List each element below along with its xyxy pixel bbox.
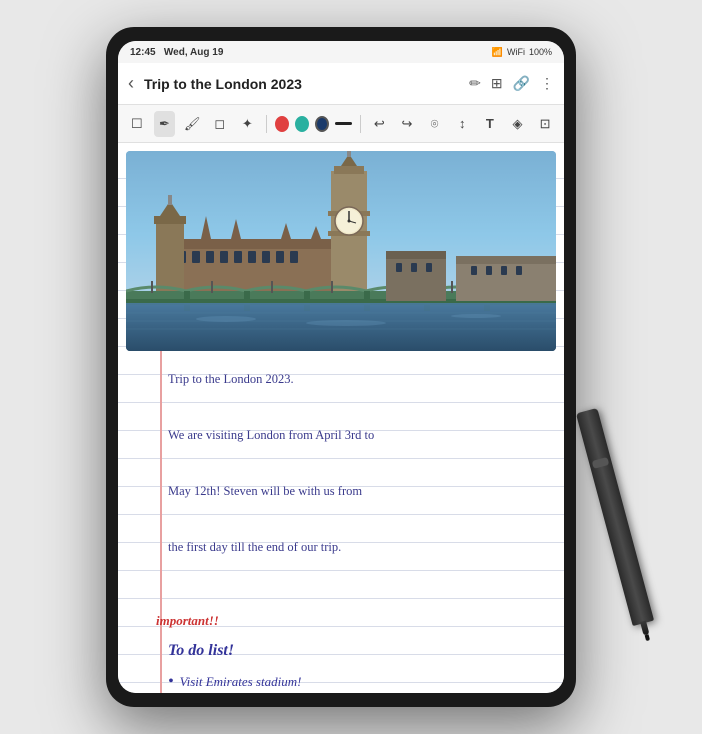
undo-button[interactable]: ↩ [368, 111, 390, 137]
pen-tool-button[interactable]: ✒ [154, 111, 176, 137]
zoom-button[interactable]: ⊡ [534, 111, 556, 137]
london-image [126, 151, 556, 351]
drawing-toolbar: ☐ ✒ 🖌 ◻ ✦ ↩ ↪ ⌾ ↕ T ◈ ⊡ [118, 105, 564, 143]
note-line-1: Trip to the London 2023. [168, 365, 552, 393]
status-time: 12:45 [130, 47, 156, 58]
toolbar-separator-2 [360, 115, 361, 133]
s-pen-button[interactable] [592, 457, 610, 469]
note-line-blank-2 [168, 449, 552, 477]
edit-icon[interactable]: ✏ [469, 75, 481, 92]
s-pen-tip [645, 634, 650, 641]
back-button[interactable]: ‹ [128, 73, 134, 94]
toolbar-separator-1 [266, 115, 267, 133]
handwritten-item-1: • Visit Emirates stadium! [168, 667, 552, 693]
tablet-body: 12:45 Wed, Aug 19 📶 WiFi 100% ‹ Trip to … [106, 27, 576, 707]
shape-tool-button[interactable]: ✦ [237, 111, 259, 137]
redo-button[interactable]: ↪ [396, 111, 418, 137]
highlight-button[interactable]: ◈ [507, 111, 529, 137]
more-icon[interactable]: ⋮ [540, 75, 554, 92]
note-line-2: We are visiting London from April 3rd to [168, 421, 552, 449]
color-navy[interactable] [315, 116, 329, 132]
select-tool-button[interactable]: ☐ [126, 111, 148, 137]
stroke-thickness[interactable] [335, 122, 352, 125]
s-pen [576, 408, 654, 626]
handwritten-important-label: important!! [156, 607, 552, 635]
move-button[interactable]: ↕ [451, 111, 473, 137]
bullet-1: • [168, 674, 174, 690]
nav-bar: ‹ Trip to the London 2023 ✏ ⊞ 🔗 ⋮ [118, 63, 564, 105]
lined-paper: Trip to the London 2023. We are visiting… [118, 151, 564, 693]
nav-icons: ✏ ⊞ 🔗 ⋮ [469, 75, 554, 92]
status-icons: 📶 WiFi 100% [492, 47, 552, 58]
note-content[interactable]: Trip to the London 2023. We are visiting… [118, 143, 564, 693]
note-line-4: the first day till the end of our trip. [168, 533, 552, 561]
page-title: Trip to the London 2023 [144, 76, 463, 92]
note-typed-section: Trip to the London 2023. We are visiting… [118, 359, 564, 573]
brush-tool-button[interactable]: 🖌 [181, 111, 203, 137]
london-scene-svg [126, 151, 556, 351]
status-bar: 12:45 Wed, Aug 19 📶 WiFi 100% [118, 41, 564, 63]
status-date: Wed, Aug 19 [164, 47, 223, 58]
note-line-blank-1 [168, 393, 552, 421]
note-line-blank-3 [168, 505, 552, 533]
note-typed-text: Trip to the London 2023. We are visiting… [168, 365, 552, 561]
battery-icon: 100% [529, 47, 552, 57]
layout-icon[interactable]: ⊞ [491, 75, 503, 92]
signal-icon: 📶 [492, 47, 503, 58]
wifi-icon: WiFi [507, 47, 525, 57]
tablet-device: 12:45 Wed, Aug 19 📶 WiFi 100% ‹ Trip to … [106, 27, 596, 707]
handwritten-item-1-text: Visit Emirates stadium! [180, 667, 302, 693]
eraser-tool-button[interactable]: ◻ [209, 111, 231, 137]
handwritten-section: important!! To do list! • Visit Emirates… [118, 601, 564, 693]
tablet-screen: 12:45 Wed, Aug 19 📶 WiFi 100% ‹ Trip to … [118, 41, 564, 693]
color-teal[interactable] [295, 116, 309, 132]
status-time-date: 12:45 Wed, Aug 19 [130, 47, 223, 58]
handwritten-todo-title: To do list! [168, 635, 552, 667]
color-red[interactable] [275, 116, 289, 132]
attach-icon[interactable]: 🔗 [513, 75, 530, 92]
text-button[interactable]: T [479, 111, 501, 137]
spacer-1 [118, 573, 564, 601]
note-line-3: May 12th! Steven will be with us from [168, 477, 552, 505]
lasso-button[interactable]: ⌾ [424, 111, 446, 137]
